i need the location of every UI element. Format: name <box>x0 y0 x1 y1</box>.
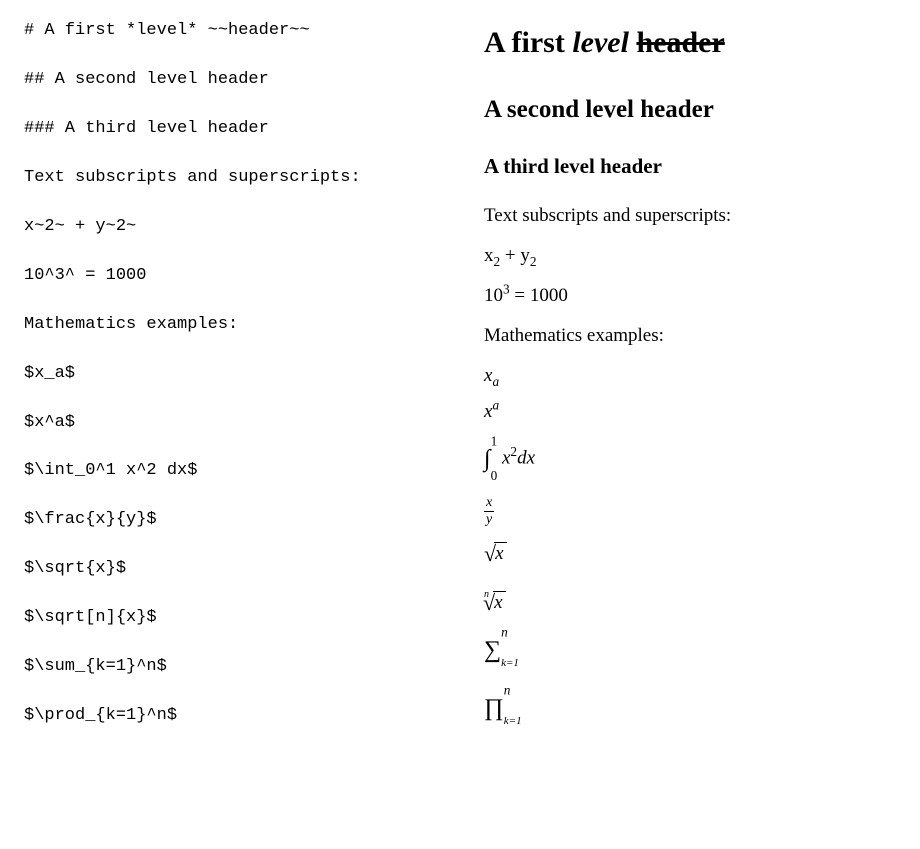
math-nth-root: n √ x <box>484 581 896 614</box>
math-summation: ∑n k=1 <box>484 628 896 672</box>
fraction: x y <box>484 495 494 528</box>
h1-strike: header <box>636 26 724 59</box>
plus: + <box>500 245 520 266</box>
integrand-x: x <box>497 447 510 468</box>
src-line: 10^3^ = 1000 <box>24 265 436 288</box>
h1-italic: level <box>572 26 629 59</box>
denominator: y <box>484 512 494 528</box>
var-x: x <box>484 245 494 266</box>
math-integral: ∫10 x2dx <box>484 437 896 481</box>
radicand: x <box>493 591 505 614</box>
var-y: y <box>520 245 530 266</box>
sup-a: a <box>492 398 499 413</box>
math-x-sub-a: xa <box>484 365 896 387</box>
equals-1000: = 1000 <box>510 285 568 306</box>
sigma-icon: ∑ <box>484 638 501 662</box>
base-10: 10 <box>484 285 503 306</box>
integral-icon: ∫ <box>484 447 491 471</box>
src-line: ## A second level header <box>24 69 436 92</box>
limit-lower: k=1 <box>501 657 519 669</box>
math-x-sup-a: xa <box>484 401 896 423</box>
paragraph: Text subscripts and superscripts: <box>484 205 896 227</box>
src-line: $x^a$ <box>24 412 436 435</box>
src-line: # A first *level* ~~header~~ <box>24 20 436 43</box>
limit-upper: n <box>504 683 511 698</box>
subscript-example: x2 + y2 <box>484 245 896 267</box>
heading-1: A first level header <box>484 26 896 60</box>
src-line: $\int_0^1 x^2 dx$ <box>24 460 436 483</box>
numerator: x <box>484 495 494 512</box>
limit-lower: k=1 <box>504 715 522 727</box>
markdown-source-pane: # A first *level* ~~header~~ ## A second… <box>0 0 460 849</box>
src-line: $\frac{x}{y}$ <box>24 509 436 532</box>
src-line: ### A third level header <box>24 118 436 141</box>
limit-upper: n <box>501 625 508 640</box>
pi-icon: ∏ <box>484 696 504 720</box>
src-line: Text subscripts and superscripts: <box>24 167 436 190</box>
src-line: Mathematics examples: <box>24 314 436 337</box>
radicand: x <box>494 542 506 565</box>
src-line: $x_a$ <box>24 363 436 386</box>
src-line: $\sqrt[n]{x}$ <box>24 607 436 630</box>
heading-2: A second level header <box>484 96 896 124</box>
paragraph: Mathematics examples: <box>484 325 896 347</box>
sub-a: a <box>492 374 499 389</box>
rendered-output-pane: A first level header A second level head… <box>460 0 920 849</box>
math-fraction: x y <box>484 495 896 528</box>
square-root: √ x <box>484 542 507 565</box>
math-product: ∏n k=1 <box>484 686 896 730</box>
src-line: $\prod_{k=1}^n$ <box>24 705 436 728</box>
integrand-dx: dx <box>517 447 535 468</box>
limit-lower: 0 <box>491 468 498 483</box>
sum-limits: n k=1 <box>501 628 519 672</box>
sup-3: 3 <box>503 282 510 297</box>
src-line: $\sqrt{x}$ <box>24 558 436 581</box>
sub-2: 2 <box>530 254 537 269</box>
prod-limits: n k=1 <box>504 686 522 730</box>
h1-text: A first <box>484 26 572 59</box>
src-line: $\sum_{k=1}^n$ <box>24 656 436 679</box>
math-sqrt: √ x <box>484 542 896 567</box>
src-line: x~2~ + y~2~ <box>24 216 436 239</box>
superscript-example: 103 = 1000 <box>484 285 896 307</box>
nth-root: n √ x <box>484 591 506 614</box>
heading-3: A third level header <box>484 154 896 179</box>
